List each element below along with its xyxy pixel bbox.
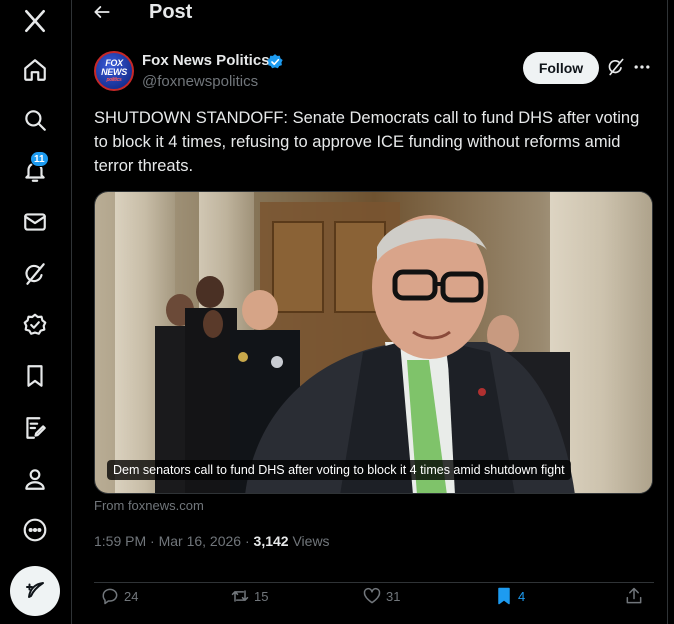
verified-badge-icon [267,54,283,69]
author-handle[interactable]: @foxnewspolitics [142,73,258,90]
avatar-text-politics: politics [106,77,122,83]
post-text: SHUTDOWN STANDOFF: Senate Democrats call… [94,109,640,175]
like-count: 31 [386,588,401,604]
grok-icon [608,58,624,76]
like-button[interactable]: 31 [362,585,400,607]
reply-count: 24 [124,588,139,604]
profile-icon[interactable] [14,458,56,500]
media-caption: Dem senators call to fund DHS after voti… [107,460,571,480]
home-icon[interactable] [14,49,56,91]
compose-icon [26,582,44,598]
avatar[interactable]: FOX NEWS politics [94,51,134,91]
action-bar: 24 15 31 4 [94,582,654,608]
follow-button[interactable]: Follow [523,52,599,84]
bookmark-filled-icon [498,587,510,605]
page-title: Post [149,1,193,23]
messages-icon[interactable] [14,201,56,243]
bookmark-count: 4 [518,588,526,604]
views-label: Views [288,533,330,549]
bookmark-button[interactable]: 4 [494,585,525,607]
search-icon[interactable] [14,99,56,141]
notifications-badge: 11 [30,151,49,167]
notifications-icon[interactable]: 11 [14,150,56,192]
grok-explain-button[interactable] [606,57,628,79]
grok-icon[interactable] [14,253,56,295]
share-button[interactable] [624,585,644,607]
link-source[interactable]: From foxnews.com [94,498,204,513]
author-name[interactable]: Fox News Politics [142,52,270,69]
more-options-button[interactable] [632,57,654,79]
bookmarks-icon[interactable] [14,355,56,397]
reply-icon [102,588,118,605]
heart-icon [363,587,381,604]
post-header: Post [78,0,668,26]
post-detail-column: Post FOX NEWS politics Fox News Politics… [78,0,668,624]
more-icon[interactable] [14,509,56,551]
repost-count: 15 [254,588,269,604]
news-photo [95,192,652,493]
ellipsis-icon [634,65,650,69]
arrow-left-icon [94,6,110,18]
back-button[interactable] [92,2,114,24]
avatar-text-news: NEWS [101,67,127,77]
views-count: 3,142 [253,533,289,549]
left-nav: 11 [0,0,72,624]
repost-icon [231,590,249,602]
compose-button[interactable] [10,566,60,616]
link-card-image[interactable]: Dem senators call to fund DHS after voti… [94,191,653,494]
x-logo-icon[interactable] [14,0,56,42]
verified-orgs-icon[interactable] [14,304,56,346]
post-meta: 1:59 PM · Mar 16, 2026 · 3,142 Views [94,533,330,549]
articles-icon[interactable] [14,407,56,449]
repost-button[interactable]: 15 [230,585,268,607]
share-icon [626,587,642,604]
reply-button[interactable]: 24 [100,585,138,607]
post-timestamp[interactable]: 1:59 PM · Mar 16, 2026 · [94,533,254,549]
